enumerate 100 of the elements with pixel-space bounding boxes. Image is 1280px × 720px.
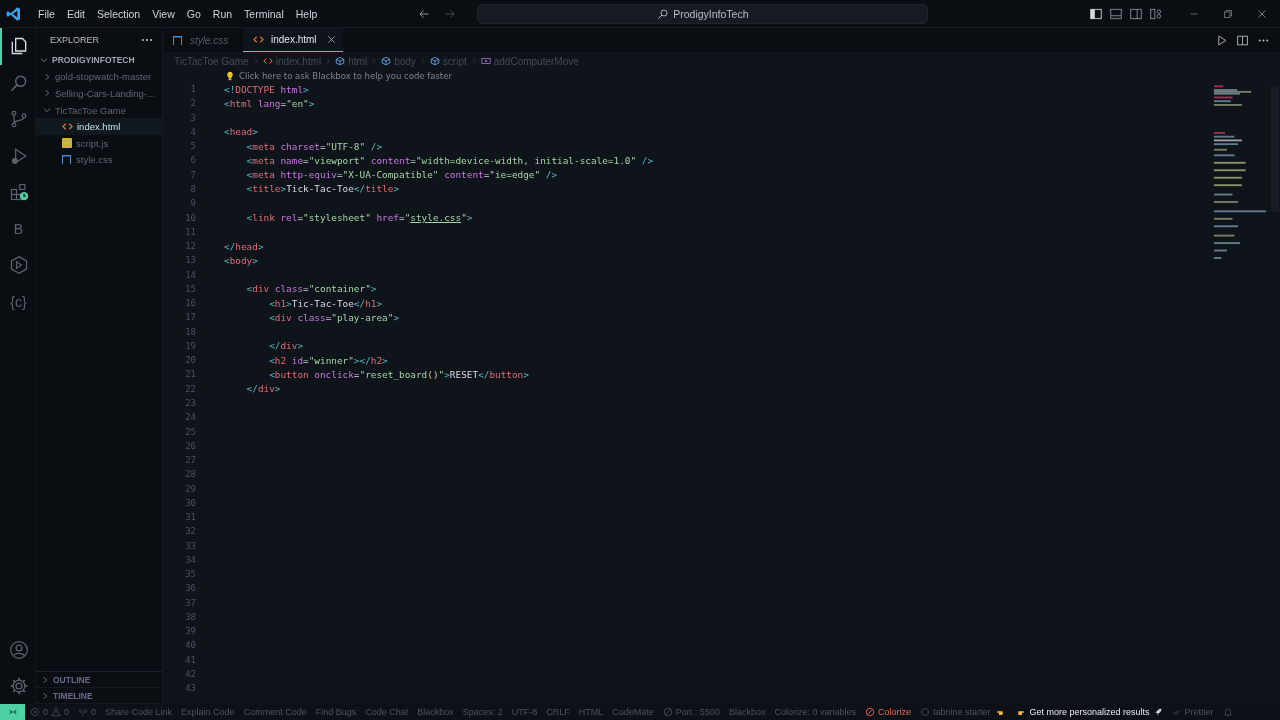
breadcrumb-item[interactable]: index.html [262, 55, 322, 67]
line-number: 12 [184, 241, 196, 252]
cube-icon[interactable] [8, 255, 29, 276]
line-number: 17 [184, 312, 196, 323]
breadcrumb-item[interactable]: addComputerMove [480, 55, 579, 67]
count: 0 [64, 707, 70, 717]
status-item[interactable]: Blackbox [728, 707, 766, 717]
status-item[interactable]: Explain Code [181, 707, 235, 717]
status-item[interactable]: Colorize: 0 variables [774, 707, 856, 717]
status-item[interactable]: Comment Code [243, 707, 307, 717]
line-number: 19 [184, 340, 196, 351]
double-check-icon [1171, 707, 1182, 717]
status-item[interactable]: UTF-8 [511, 707, 538, 717]
explorer-entry[interactable]: script.js [36, 134, 162, 152]
customize-layout-icon[interactable] [1149, 6, 1163, 21]
menu-item[interactable]: Go [180, 5, 207, 22]
count: 0 [43, 707, 48, 717]
status-item[interactable]: Blackbox [417, 707, 454, 717]
rocket-icon [1152, 707, 1163, 717]
toggle-secondary-sidebar-icon[interactable] [1129, 6, 1143, 21]
line-number: 20 [184, 355, 196, 366]
line-number: 23 [184, 397, 196, 408]
status-item[interactable]: Prettier [1171, 707, 1214, 717]
line-number: 42 [184, 669, 196, 679]
menu-item[interactable]: Terminal [238, 5, 290, 22]
line-number: 35 [184, 569, 196, 580]
extensions-icon[interactable] [8, 182, 29, 203]
ports-status[interactable]: 0 [78, 707, 97, 717]
close-icon[interactable] [1256, 7, 1268, 20]
code-line: <meta http-equiv="X-UA-Compatible" content="ie=edge" /> [245, 169, 558, 181]
line-number: 28 [184, 469, 196, 480]
editor-tab[interactable]: index.html [243, 28, 343, 52]
line-number: 40 [184, 640, 196, 651]
settings-icon[interactable] [8, 676, 29, 696]
warning-icon [51, 707, 61, 717]
activity-button[interactable]: {c} [10, 293, 27, 310]
code-line: <meta charset="UTF-8" /> [245, 140, 383, 152]
line-number: 8 [189, 184, 196, 194]
line-number: 7 [189, 169, 196, 180]
code-line: <h1>Tic-Tac-Toe</h1> [268, 297, 383, 309]
line-number: 10 [184, 212, 196, 223]
menu-item[interactable]: Edit [60, 5, 91, 22]
line-number: 3 [189, 112, 196, 123]
menu-item[interactable]: Help [289, 5, 324, 22]
status-item[interactable]: tabnine starter [919, 707, 1004, 717]
status-item[interactable]: Share Code Link [105, 707, 173, 717]
line-number: 25 [184, 426, 196, 437]
line-number: 15 [184, 283, 196, 294]
line-number: 18 [184, 326, 196, 337]
status-item[interactable]: CRLF [546, 707, 570, 717]
restore-icon[interactable] [1222, 7, 1234, 20]
menu-item[interactable]: File [32, 5, 61, 22]
status-item[interactable]: Spaces: 2 [462, 707, 503, 717]
menu-item[interactable]: View [146, 5, 181, 22]
status-item[interactable]: Get more personalized results [1016, 707, 1163, 717]
editor-tab[interactable]: style.css [163, 28, 243, 52]
line-number: 31 [184, 512, 196, 523]
explorer-folder[interactable]: gold-stopwatch-master [36, 68, 162, 86]
explorer-entry[interactable]: style.css [36, 151, 162, 169]
explorer-folder[interactable]: Selling-Cars-Landing-... [36, 85, 162, 102]
status-item[interactable]: HTML [578, 707, 604, 717]
close-icon[interactable] [325, 34, 337, 45]
line-number: 36 [184, 583, 196, 594]
command-center-field[interactable]: ProdigyInfoTech [477, 3, 929, 24]
toggle-sidebar-icon[interactable] [1089, 6, 1103, 21]
code-line: </head> [224, 240, 264, 252]
code-line: <div class="container"> [245, 283, 377, 295]
breadcrumb-item[interactable]: body [381, 55, 416, 67]
line-number: 1 [189, 84, 196, 95]
cube-icon [335, 56, 346, 66]
status-item[interactable]: CodeMate [612, 707, 654, 717]
js-file-icon [62, 138, 72, 149]
panel-section-header[interactable]: OUTLINE [36, 672, 162, 688]
status-item[interactable]: Code Chat [365, 707, 409, 717]
line-number: 32 [184, 526, 196, 537]
breadcrumb-item[interactable]: html [335, 55, 368, 67]
line-number: 24 [184, 412, 196, 423]
chevron-icon [40, 674, 50, 685]
code-line: <link rel="stylesheet" href="style.css"> [245, 212, 473, 223]
antenna-icon [78, 707, 89, 717]
code-line: <head> [224, 126, 258, 138]
explorer-folder[interactable]: TicTacToe Game [36, 101, 162, 119]
status-item[interactable]: Find Bugs [315, 707, 357, 717]
breadcrumb-item[interactable]: TicTacToe Game [174, 55, 249, 67]
line-number: 30 [184, 497, 196, 508]
codelens-link[interactable]: Click here to ask Blackbox to help you code faster [225, 71, 452, 81]
menu-item[interactable]: Run [206, 5, 239, 22]
split-editor-icon[interactable] [1236, 33, 1249, 47]
explorer-entry[interactable]: index.html [36, 118, 162, 135]
toggle-panel-icon[interactable] [1109, 6, 1123, 21]
code-line: <body> [224, 254, 258, 266]
line-number: 37 [184, 597, 196, 608]
activity-button[interactable]: B [13, 220, 24, 237]
remote-icon [7, 707, 18, 717]
status-item[interactable]: Colorize [864, 707, 911, 717]
status-item[interactable]: Port : 5500 [662, 707, 720, 717]
explorer-section-header[interactable]: PRODIGYINFOTECH [36, 52, 162, 69]
menu-item[interactable]: Selection [91, 5, 147, 22]
account-icon[interactable] [8, 640, 29, 660]
run-icon[interactable] [1215, 33, 1228, 47]
